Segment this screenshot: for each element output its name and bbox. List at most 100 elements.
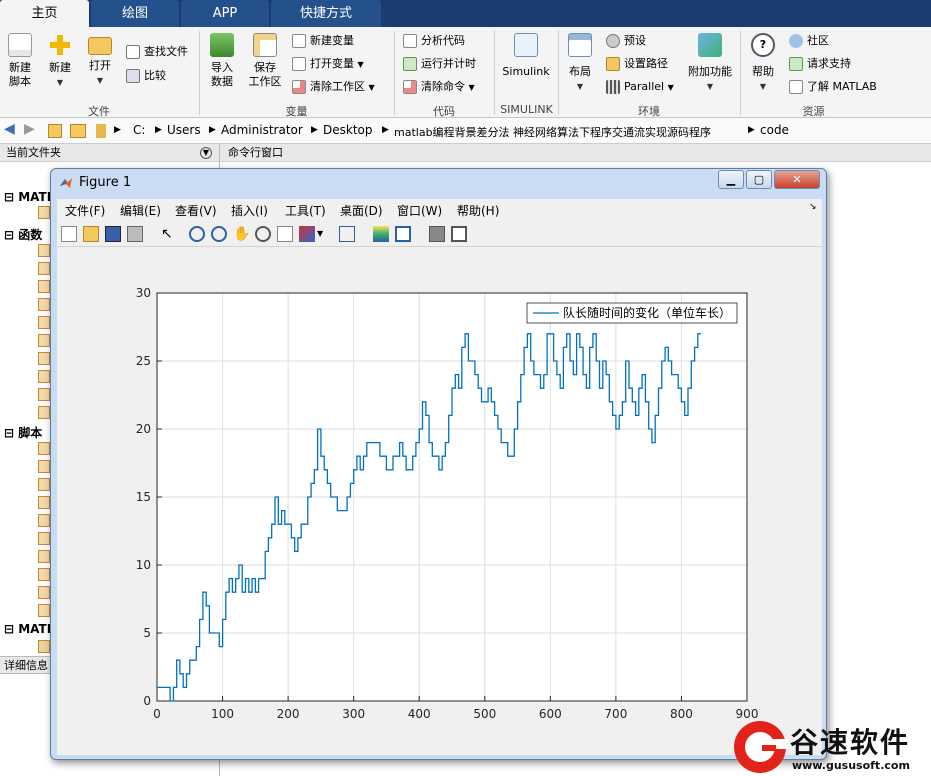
zoom-in-icon[interactable] <box>189 226 205 242</box>
link-plot-icon[interactable] <box>339 226 355 242</box>
x-tick-label: 100 <box>211 707 234 721</box>
legend-icon[interactable] <box>395 226 411 242</box>
clear-commands-button[interactable]: 清除命令 ▼ <box>403 78 475 96</box>
brush-icon[interactable] <box>299 226 315 242</box>
figure-window[interactable]: Figure 1 ▁ ▢ ✕ 文件(F) 编辑(E) 查看(V) 插入(I) 工… <box>50 168 827 760</box>
forward-arrow-icon[interactable]: ▶ <box>24 121 35 137</box>
save-workspace-button[interactable]: 保存 工作区 <box>245 33 285 89</box>
data-cursor-icon[interactable] <box>277 226 293 242</box>
function-file-icon[interactable] <box>38 370 50 383</box>
run-and-time-button[interactable]: 运行并计时 <box>403 55 476 73</box>
function-file-icon[interactable] <box>38 280 50 293</box>
maximize-button[interactable]: ▢ <box>746 170 772 189</box>
function-file-icon[interactable] <box>38 298 50 311</box>
save-icon[interactable] <box>105 226 121 242</box>
chevron-down-icon: ▼ <box>706 82 714 91</box>
function-file-icon[interactable] <box>38 406 50 419</box>
menu-desktop[interactable]: 桌面(D) <box>340 202 383 219</box>
browse-folder-icon[interactable] <box>70 124 86 138</box>
menu-edit[interactable]: 编辑(E) <box>120 202 161 219</box>
script-file-icon[interactable] <box>38 586 50 599</box>
tab-apps[interactable]: APP <box>181 0 269 27</box>
crumb-desktop[interactable]: Desktop <box>323 123 373 137</box>
request-support-button[interactable]: 请求支持 <box>789 55 851 73</box>
new-variable-icon <box>292 34 306 48</box>
show-plot-tools-icon[interactable] <box>451 226 467 242</box>
new-button[interactable]: 新建 ▼ <box>42 33 78 90</box>
pan-hand-icon[interactable]: ✋ <box>233 226 250 242</box>
tree-section-functions[interactable]: ⊟ 函数 <box>4 226 42 243</box>
function-file-icon[interactable] <box>38 388 50 401</box>
open-button[interactable]: 打开 ▼ <box>82 33 118 88</box>
find-files-button[interactable]: 查找文件 <box>126 43 188 61</box>
menu-tools[interactable]: 工具(T) <box>285 202 326 219</box>
tree-section-scripts[interactable]: ⊟ 脚本 <box>4 424 42 441</box>
function-file-icon[interactable] <box>38 334 50 347</box>
crumb-users[interactable]: Users <box>167 123 201 137</box>
import-data-button[interactable]: 导入 数据 <box>204 33 240 89</box>
learn-matlab-button[interactable]: 了解 MATLAB <box>789 78 877 96</box>
script-file-icon[interactable] <box>38 568 50 581</box>
tree-section-matlab-files[interactable]: ⊟ MATL <box>4 190 54 204</box>
close-button[interactable]: ✕ <box>774 170 820 189</box>
zoom-out-icon[interactable] <box>211 226 227 242</box>
hide-plot-tools-icon[interactable] <box>429 226 445 242</box>
menu-file[interactable]: 文件(F) <box>65 202 105 219</box>
help-button[interactable]: ? 帮助 ▼ <box>745 33 781 94</box>
colorbar-icon[interactable] <box>373 226 389 242</box>
tree-section-matlab-other[interactable]: ⊟ MATL <box>4 622 54 636</box>
crumb-administrator[interactable]: Administrator <box>221 123 303 137</box>
script-file-icon[interactable] <box>38 478 50 491</box>
new-figure-icon[interactable] <box>61 226 77 242</box>
crumb-code[interactable]: code <box>760 123 789 137</box>
menu-view[interactable]: 查看(V) <box>175 202 217 219</box>
crumb-separator: ▶ <box>311 125 318 135</box>
mat-file-icon[interactable] <box>38 640 50 653</box>
set-path-button[interactable]: 设置路径 <box>606 55 668 73</box>
menu-insert[interactable]: 插入(I) <box>231 202 268 219</box>
new-script-button[interactable]: 新建 脚本 <box>2 33 38 89</box>
function-file-icon[interactable] <box>38 316 50 329</box>
script-file-icon[interactable] <box>38 460 50 473</box>
back-arrow-icon[interactable]: ◀ <box>4 121 15 137</box>
minimize-button[interactable]: ▁ <box>718 170 744 189</box>
new-variable-button[interactable]: 新建变量 <box>292 32 354 50</box>
layout-button[interactable]: 布局 ▼ <box>562 33 598 94</box>
clear-workspace-button[interactable]: 清除工作区 ▼ <box>292 78 375 96</box>
script-file-icon[interactable] <box>38 604 50 617</box>
function-file-icon[interactable] <box>38 352 50 365</box>
crumb-c[interactable]: C: <box>133 123 145 137</box>
compare-button[interactable]: 比较 <box>126 67 166 85</box>
up-folder-icon[interactable] <box>48 124 62 138</box>
script-file-icon[interactable] <box>38 550 50 563</box>
script-file-icon[interactable] <box>38 496 50 509</box>
rotate-3d-icon[interactable] <box>255 226 271 242</box>
print-icon[interactable] <box>127 226 143 242</box>
script-file-icon[interactable] <box>38 442 50 455</box>
simulink-button[interactable]: Simulink <box>500 33 552 79</box>
menu-help[interactable]: 帮助(H) <box>457 202 499 219</box>
pointer-icon[interactable]: ↖ <box>161 226 177 242</box>
script-file-icon[interactable] <box>38 532 50 545</box>
crumb-project-folder[interactable]: matlab编程背景差分法 神经网络算法下程序交通流实现源码程序 <box>394 124 711 140</box>
open-variable-button[interactable]: 打开变量 ▼ <box>292 55 364 73</box>
dock-arrow-icon[interactable]: ↘ <box>809 202 817 212</box>
menu-window[interactable]: 窗口(W) <box>397 202 442 219</box>
panel-menu-icon[interactable]: ▼ <box>200 147 212 159</box>
script-file-icon[interactable] <box>38 514 50 527</box>
open-file-icon[interactable] <box>83 226 99 242</box>
tab-plots[interactable]: 绘图 <box>91 0 179 27</box>
parallel-button[interactable]: Parallel ▼ <box>606 78 674 96</box>
figure-title-bar[interactable]: Figure 1 ▁ ▢ ✕ <box>51 169 826 197</box>
preferences-button[interactable]: 预设 <box>606 32 646 50</box>
function-file-icon[interactable] <box>38 206 50 219</box>
figure-canvas[interactable]: 0 100 200 300 400 500 600 700 800 900 0 5 10 15 20 25 30… <box>57 247 822 755</box>
chevron-down-icon[interactable]: ▼ <box>317 226 333 242</box>
addons-button[interactable]: 附加功能 ▼ <box>686 33 734 94</box>
analyze-code-button[interactable]: 分析代码 <box>403 32 465 50</box>
function-file-icon[interactable] <box>38 262 50 275</box>
tab-home[interactable]: 主页 <box>0 0 89 27</box>
community-button[interactable]: 社区 <box>789 32 829 50</box>
function-file-icon[interactable] <box>38 244 50 257</box>
tab-shortcuts[interactable]: 快捷方式 <box>271 0 381 27</box>
